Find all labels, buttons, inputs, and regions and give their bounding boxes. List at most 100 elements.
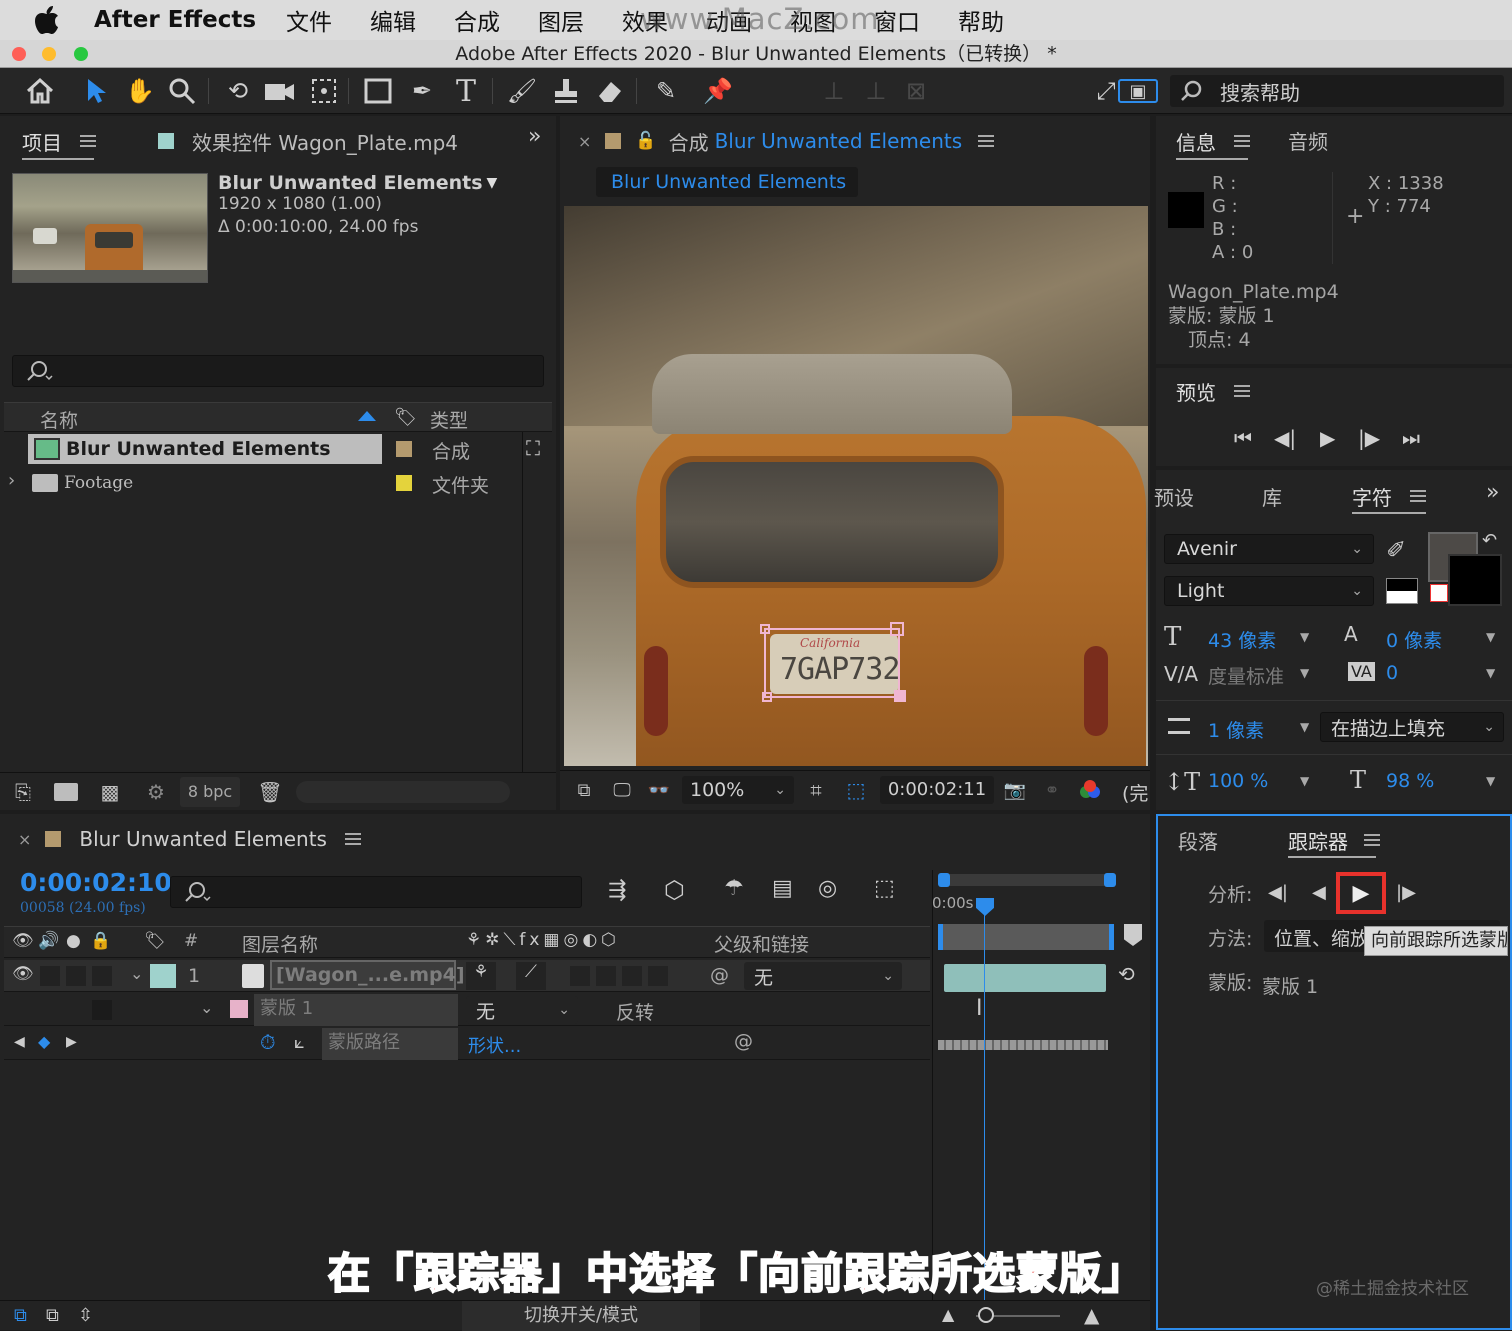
clone-stamp-tool-icon[interactable] [550,76,582,106]
comp-viewer-frame[interactable]: California 7GAP732 [564,206,1148,766]
frame-blending-icon[interactable]: ▤ [772,876,793,901]
sort-ascending-icon[interactable] [358,411,376,421]
previous-frame-icon[interactable]: ◀| [1274,426,1296,450]
mask-vertex-handle[interactable] [890,622,904,636]
track-backward-icon[interactable]: ◀ [1312,882,1326,903]
new-folder-icon[interactable] [54,783,78,801]
layer-label-color[interactable] [150,964,176,988]
vertical-scale-value[interactable]: 100 % [1208,770,1268,792]
parent-dropdown[interactable]: 无 ⌄ [744,962,902,990]
brush-tool-icon[interactable]: 🖌 [506,76,538,106]
mask-lock-toggle[interactable] [92,1000,112,1020]
apple-icon[interactable] [34,5,64,35]
dropdown-caret-icon[interactable]: ▼ [1486,630,1495,644]
stopwatch-icon[interactable]: ⏱ [260,1030,276,1054]
dropdown-caret-icon[interactable]: ▼ [487,175,498,191]
effect-switch[interactable] [570,966,590,986]
pickwhip-icon[interactable]: @ [710,964,729,986]
comp-button-icon[interactable]: ⟲ [1118,962,1135,986]
label-tag-icon[interactable]: 🏷 [144,931,166,951]
stroke-width-value[interactable]: 1 像素 [1208,716,1264,743]
playhead-handle[interactable] [976,898,994,916]
label-tag-icon[interactable]: 🏷 [394,407,417,428]
tab-character[interactable]: 字符 [1352,482,1426,510]
work-area-bar[interactable] [938,924,1114,950]
project-settings-icon[interactable]: ⚙ [140,779,172,805]
lock-toggle[interactable] [92,966,112,986]
puppet-pin-tool-icon[interactable]: 📌 [702,76,734,106]
shy-layers-icon[interactable]: ☂ [724,876,744,901]
menu-composition[interactable]: 合成 [454,3,500,37]
time-navigator[interactable] [938,873,1116,887]
menu-file[interactable]: 文件 [286,3,332,37]
frame-blend-switch[interactable] [596,966,616,986]
tab-composition[interactable]: × 🔓 合成 Blur Unwanted Elements [578,126,995,156]
current-time-display[interactable]: 0:00:02:11 [880,776,994,804]
label-color-swatch[interactable] [396,441,412,457]
comp-info-title[interactable]: Blur Unwanted Elements ▼ [218,171,497,195]
quality-switch[interactable]: ⟋ [516,962,546,990]
draft-3d-icon[interactable]: ⬡ [664,876,685,904]
chevron-down-icon[interactable]: ⌄ [130,964,143,983]
panel-menu-icon[interactable] [1234,385,1250,397]
timeline-mask-row[interactable]: ⌄ 蒙版 1 无 ⌄ 反转 [4,994,930,1026]
comment-marker-icon[interactable] [1124,924,1142,946]
camera-tool-icon[interactable] [264,76,296,106]
panel-menu-icon[interactable] [1234,135,1250,147]
mask-name[interactable]: 蒙版 1 [254,994,458,1026]
flowchart-icon[interactable]: ⛶ [526,436,540,460]
home-icon[interactable] [24,76,56,106]
tab-paragraph[interactable]: 段落 [1178,826,1218,855]
col-type-header[interactable]: 类型 [430,406,468,433]
panel-overflow-icon[interactable]: » [528,124,541,149]
timeline-mask-path-row[interactable]: ◀ ◆ ▶ ⏱ ⟀ 蒙版路径 形状... @ [4,1028,930,1060]
panel-menu-icon[interactable] [80,135,96,147]
invert-checkbox[interactable] [588,1000,608,1020]
toggle-mask-visibility-icon[interactable]: ⬚ [842,777,870,803]
solo-icon[interactable]: ● [66,931,81,951]
mask-vertex-handle[interactable] [762,692,772,702]
mask-path-outline[interactable] [764,628,900,698]
tab-timeline[interactable]: × Blur Unwanted Elements [18,824,361,854]
zoom-window-button[interactable] [74,47,88,61]
audio-icon[interactable]: 🔊 [38,931,59,951]
mask-path-shape-link[interactable]: 形状... [468,1032,521,1058]
layer-duration-bar[interactable] [944,964,1106,992]
pickwhip-icon[interactable]: @ [734,1030,753,1052]
track-forward-one-frame-icon[interactable]: |▶ [1396,882,1416,903]
toggle-switches-modes-button[interactable]: 切换开关/模式 [462,1301,700,1331]
shy-switch[interactable]: ⚘ [466,962,496,990]
mask-vertex-handle[interactable] [894,690,906,702]
track-forward-button[interactable]: ▶ [1336,872,1386,914]
motion-blur-switch[interactable] [622,966,642,986]
close-tab-icon[interactable]: × [578,132,591,151]
stroke-color-swatch[interactable] [1448,554,1502,606]
timeline-current-time[interactable]: 0:00:02:10 [20,868,172,897]
3d-glasses-icon[interactable]: 👓 [644,777,674,803]
mask-mode-dropdown[interactable]: 无 ⌄ [466,996,578,1024]
font-size-value[interactable]: 43 像素 [1208,626,1276,653]
dropdown-caret-icon[interactable]: ▼ [1300,774,1309,788]
video-visibility-icon[interactable]: 👁 [12,931,34,951]
dropdown-caret-icon[interactable]: ▼ [1300,720,1309,734]
pan-behind-tool-icon[interactable] [308,76,340,106]
dropdown-caret-icon[interactable]: ▼ [1486,666,1495,680]
tracking-value[interactable]: 0 [1386,662,1398,684]
tab-tracker[interactable]: 跟踪器 [1288,826,1380,854]
selection-tool-icon[interactable] [80,76,112,106]
eraser-tool-icon[interactable] [594,76,626,106]
menu-edit[interactable]: 编辑 [370,3,416,37]
mask-color-swatch[interactable] [230,1000,248,1018]
eyedropper-icon[interactable]: ✐ [1386,536,1406,564]
previous-keyframe-icon[interactable]: ◀ [14,1034,25,1050]
zoom-dropdown[interactable]: 100% ⌄ [682,776,794,804]
bit-depth-button[interactable]: 8 bpc [180,777,240,807]
axis-world-icon[interactable]: ⊥ [860,76,892,106]
tab-presets[interactable]: 预设 [1154,482,1194,511]
timeline-layer-row[interactable]: 👁 ⌄ 1 [Wagon_...e.mp4] ⚘ ⟋ @ 无 ⌄ [4,960,930,992]
search-help-field[interactable]: 搜索帮助 [1170,75,1504,107]
layer-name[interactable]: [Wagon_...e.mp4] [270,960,465,990]
pen-tool-icon[interactable]: ✒ [406,76,438,106]
timeline-search-input[interactable] [170,876,582,908]
panel-menu-icon[interactable] [1410,490,1426,502]
